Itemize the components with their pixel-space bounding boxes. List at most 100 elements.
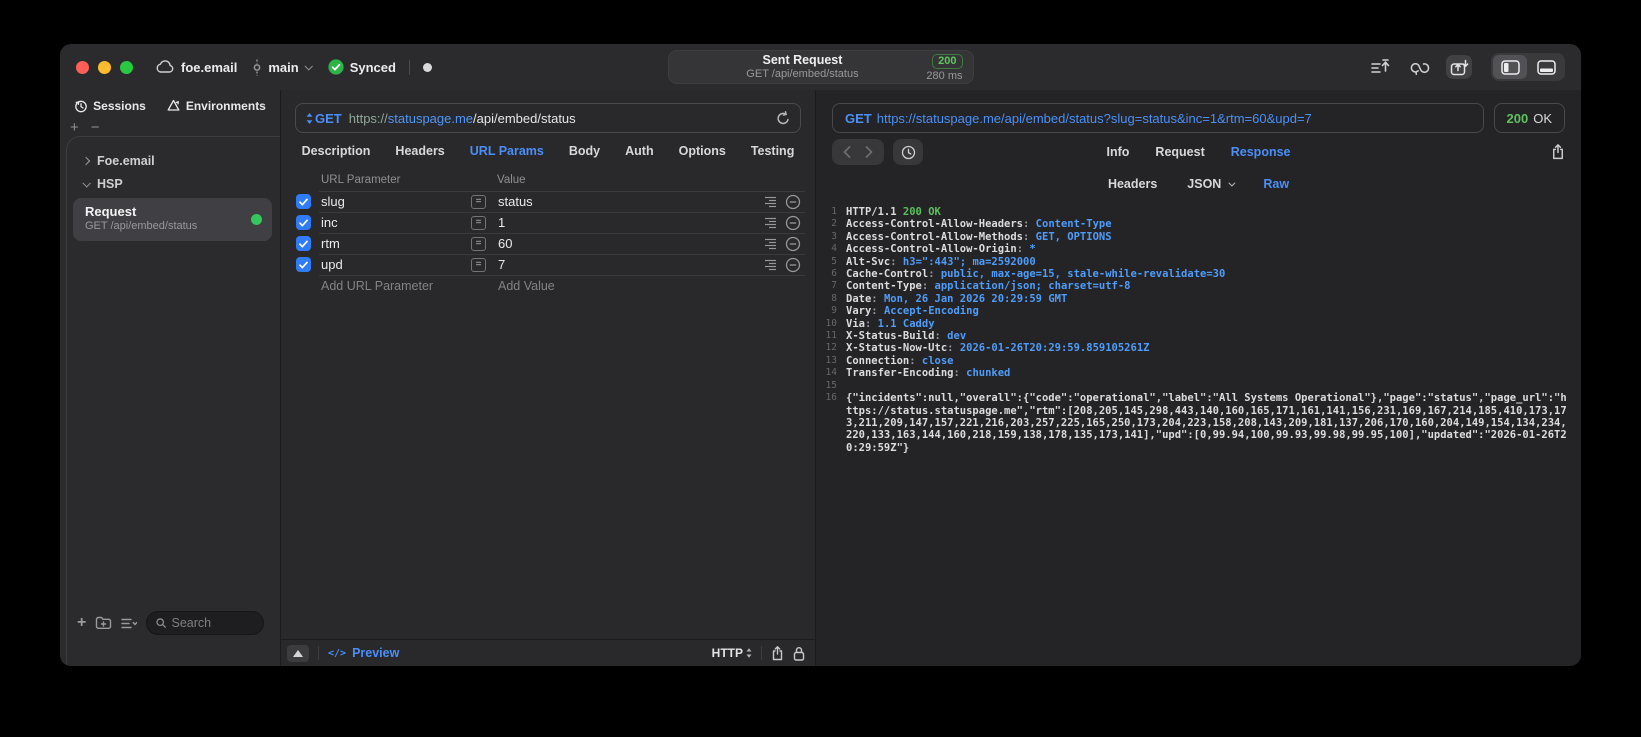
new-folder-button[interactable] [95, 616, 112, 630]
tab-response[interactable]: Response [1231, 145, 1291, 159]
response-code[interactable]: 1 HTTP/1.1 200 OK 2 Access-Control-Allow-He… [816, 197, 1581, 666]
param-row[interactable]: slug = status [289, 191, 805, 212]
code-line: 13 Connection: close [816, 355, 1571, 367]
tab-json[interactable]: JSON [1187, 177, 1236, 191]
param-checkbox[interactable] [296, 215, 311, 230]
url-path: /api/embed/status [473, 110, 576, 126]
add-param-row[interactable]: Add URL Parameter Add Value [289, 275, 805, 296]
tab-description[interactable]: Description [302, 144, 371, 158]
sidebar-request-item[interactable]: Request GET /api/embed/status [73, 198, 272, 241]
param-value[interactable]: status [495, 194, 759, 209]
remove-item-button[interactable]: − [91, 120, 100, 136]
tab-body[interactable]: Body [569, 144, 600, 158]
refresh-icon[interactable] [776, 110, 790, 126]
equals-icon: = [471, 236, 486, 251]
sidebar-search[interactable] [146, 611, 264, 635]
param-checkbox[interactable] [296, 194, 311, 209]
toggle-bottom-panel-button[interactable] [1529, 55, 1563, 79]
code-line: 1 HTTP/1.1 200 OK [816, 206, 1571, 218]
param-value[interactable]: 1 [495, 215, 759, 230]
minimize-window-button[interactable] [98, 60, 111, 74]
branch-switcher[interactable]: main [252, 59, 313, 76]
status-dot [422, 62, 432, 72]
line-number: 10 [825, 317, 837, 329]
param-value[interactable]: 60 [495, 236, 759, 251]
project-switcher[interactable]: foe.email [155, 60, 237, 75]
param-name[interactable]: slug [319, 194, 471, 209]
line-number: 7 [831, 280, 837, 292]
sidebar-bottom-bar: + [71, 610, 274, 636]
import-export-icon[interactable] [1446, 55, 1472, 79]
sync-loop-icon[interactable] [1407, 55, 1433, 79]
method-dropdown[interactable]: GET [306, 111, 342, 126]
sync-status[interactable]: Synced [328, 59, 396, 75]
tree-group-foe-email[interactable]: Foe.email [71, 149, 274, 172]
param-checkbox[interactable] [296, 236, 311, 251]
response-url-bar[interactable]: GET https://statuspage.me/api/embed/stat… [832, 103, 1484, 133]
new-request-button[interactable]: + [77, 614, 86, 632]
code-line: 2 Access-Control-Allow-Headers: Content-T… [816, 218, 1571, 230]
param-value[interactable]: 7 [495, 257, 759, 272]
lock-icon[interactable] [793, 646, 805, 661]
search-input[interactable] [171, 616, 254, 630]
line-number: 6 [831, 268, 837, 280]
param-name[interactable]: inc [319, 215, 471, 230]
tab-testing[interactable]: Testing [751, 144, 795, 158]
code-line: 7 Content-Type: application/json; charset… [816, 280, 1571, 292]
add-param-name-placeholder[interactable]: Add URL Parameter [319, 279, 471, 293]
tree-group-label: HSP [97, 176, 123, 191]
add-param-value-placeholder[interactable]: Add Value [495, 279, 759, 293]
tab-options[interactable]: Options [679, 144, 726, 158]
row-delete-icon[interactable] [781, 194, 805, 210]
row-delete-icon[interactable] [781, 215, 805, 231]
url-scheme: https:// [348, 110, 388, 126]
toggle-left-panel-button[interactable] [1493, 55, 1527, 79]
response-status-code: 200 [1506, 110, 1529, 126]
preview-button[interactable]: </> Preview [328, 646, 399, 660]
row-text-menu-icon[interactable] [759, 217, 781, 229]
tab-info[interactable]: Info [1107, 145, 1130, 159]
request-url-bar[interactable]: GET https://statuspage.me/api/embed/stat… [295, 103, 801, 133]
add-item-button[interactable]: + [70, 120, 79, 136]
back-button[interactable] [836, 141, 858, 163]
panel-left-icon [1500, 59, 1520, 75]
line-number: 3 [831, 230, 837, 242]
tab-auth[interactable]: Auth [625, 144, 653, 158]
param-row[interactable]: rtm = 60 [289, 233, 805, 254]
request-url[interactable]: https://statuspage.me/api/embed/status [349, 111, 576, 126]
tab-headers[interactable]: Headers [395, 144, 444, 158]
row-text-menu-icon[interactable] [759, 259, 781, 271]
param-row[interactable]: upd = 7 [289, 254, 805, 275]
tree-group-hsp[interactable]: HSP [71, 172, 274, 195]
send-queue-icon[interactable] [1368, 55, 1394, 79]
row-text-menu-icon[interactable] [759, 196, 781, 208]
tab-environments[interactable]: Environments [166, 99, 266, 113]
param-row[interactable]: inc = 1 [289, 212, 805, 233]
tab-request[interactable]: Request [1155, 145, 1204, 159]
row-delete-icon[interactable] [781, 236, 805, 252]
tab-sessions[interactable]: Sessions [74, 99, 146, 113]
param-name[interactable]: upd [319, 257, 471, 272]
sort-list-button[interactable] [121, 617, 138, 630]
share-icon[interactable] [771, 645, 784, 661]
close-window-button[interactable] [76, 60, 89, 74]
tab-raw[interactable]: Raw [1263, 177, 1289, 191]
zoom-window-button[interactable] [120, 60, 133, 74]
chevron-down-icon [82, 178, 91, 188]
tab-url-params[interactable]: URL Params [470, 144, 544, 158]
collapse-panel-button[interactable] [287, 644, 309, 662]
tab-headers[interactable]: Headers [1108, 177, 1157, 191]
sent-request-pill[interactable]: Sent Request GET /api/embed/status 200 2… [667, 50, 974, 84]
forward-button[interactable] [858, 141, 880, 163]
row-delete-icon[interactable] [781, 257, 805, 273]
share-icon[interactable] [1551, 144, 1565, 160]
row-text-menu-icon[interactable] [759, 238, 781, 250]
param-name[interactable]: rtm [319, 236, 471, 251]
protocol-selector[interactable]: HTTP [712, 646, 752, 660]
param-checkbox[interactable] [296, 257, 311, 272]
params-table-header: URL Parameter Value [289, 169, 805, 191]
code-line: 9 Vary: Accept-Encoding [816, 305, 1571, 317]
chevron-right-icon [81, 156, 91, 165]
clock-icon [901, 145, 915, 159]
history-button[interactable] [893, 139, 923, 165]
